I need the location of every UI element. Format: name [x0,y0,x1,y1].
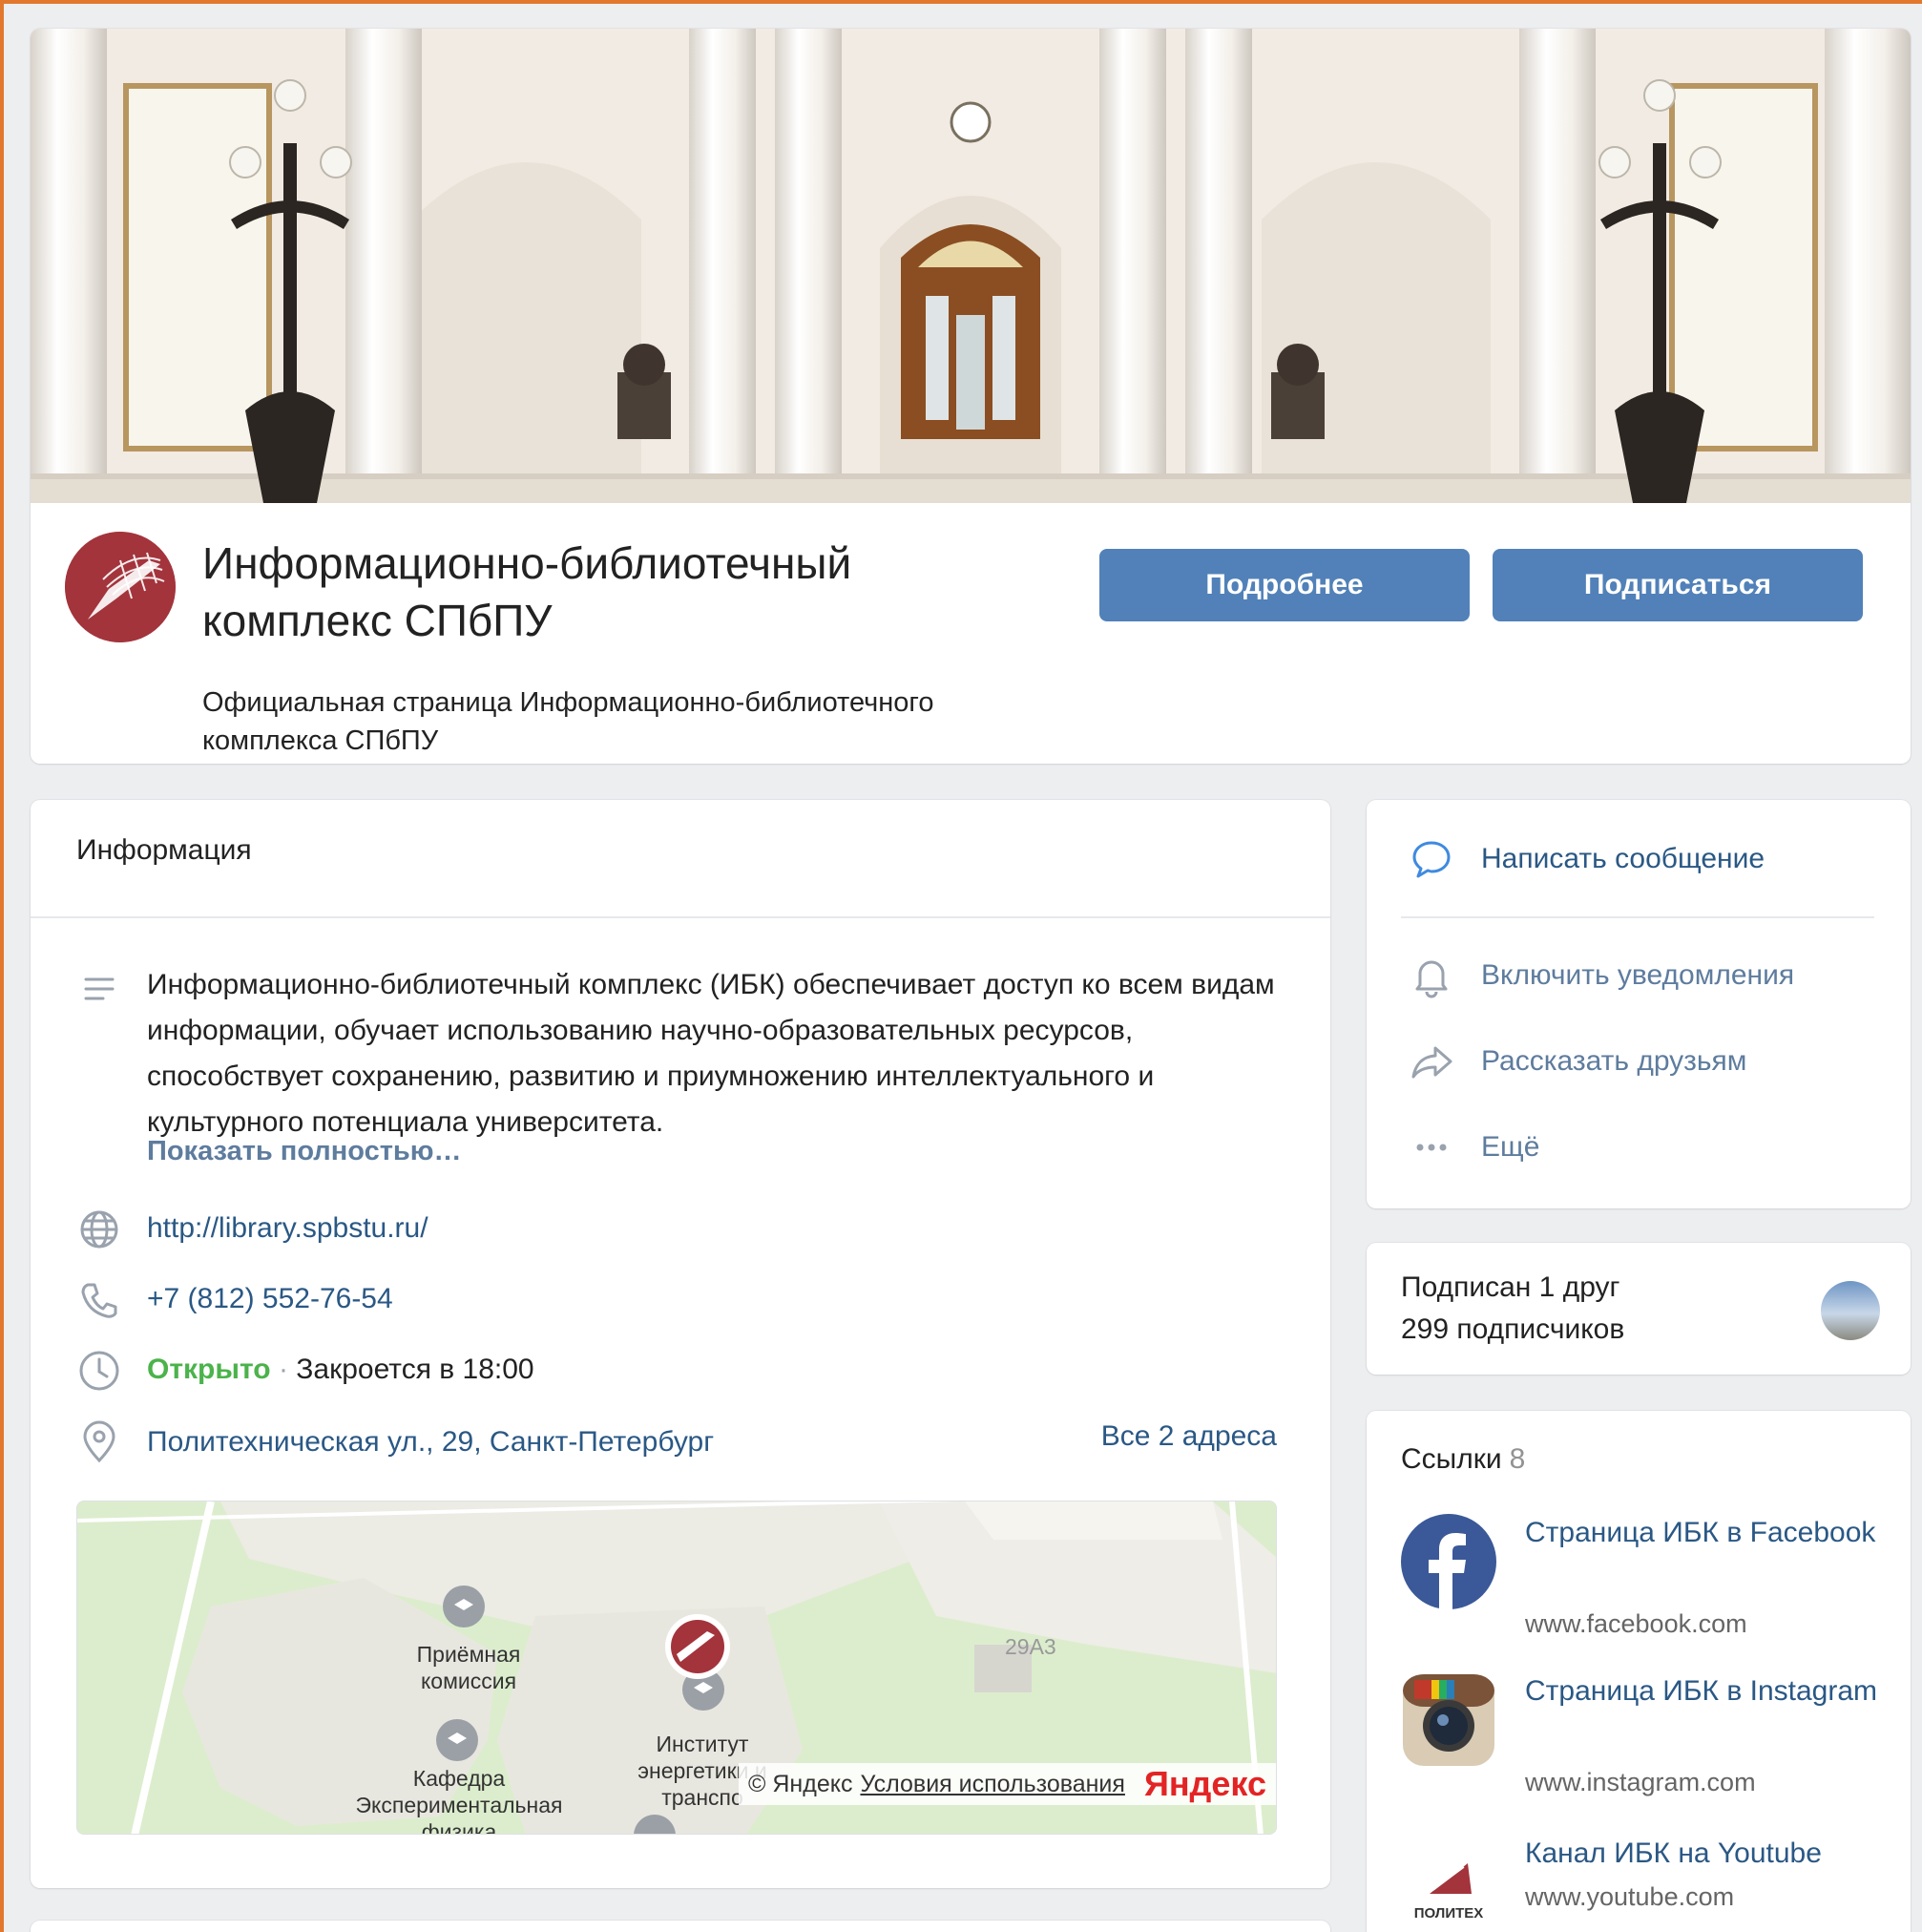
actions-menu: Написать сообщение Включить уведомления … [1367,800,1911,1208]
links-block: Ссылки 8 Страница ИБК в Facebook www.face… [1367,1411,1911,1932]
friend-avatar[interactable] [1821,1281,1880,1340]
clock-icon [76,1348,122,1394]
map-attribution: © Яндекс Условия использования Яндекс [739,1763,1276,1805]
link-title[interactable]: Канал ИБК на Youtube [1525,1835,1888,1873]
description-icon [76,966,122,1012]
enable-notifications-label: Включить уведомления [1481,959,1795,991]
bell-icon [1415,960,1448,998]
more-dots-icon [1416,1144,1447,1151]
subscribers-block[interactable]: Подписан 1 друг 299 подписчиков [1367,1243,1911,1375]
more-button[interactable]: Подробнее [1099,549,1470,621]
link-url: www.instagram.com [1525,1768,1756,1796]
link-instagram[interactable]: Страница ИБК в Instagram www.instagram.c… [1401,1672,1897,1816]
closing-time: Закроется в 18:00 [296,1354,534,1385]
next-section [31,1921,1330,1932]
more-actions-label: Ещё [1481,1131,1540,1163]
write-message-label: Написать сообщение [1481,843,1765,874]
community-description: Информационно-библиотечный комплекс (ИБК… [147,969,1275,1138]
show-full-link[interactable]: Показать полностью… [147,1136,462,1167]
info-heading: Информация [76,834,252,866]
link-facebook[interactable]: Страница ИБК в Facebook www.facebook.com [1401,1514,1897,1657]
page-title: Информационно-библиотечный комплекс СПбП… [202,538,852,645]
yandex-logo[interactable]: Яндекс [1144,1764,1266,1804]
map-label-building: 29А3 [1005,1634,1056,1659]
page-description: Официальная страница Информационно-библи… [202,687,934,756]
map-label-admission: Приёмная комиссия [416,1642,521,1693]
globe-icon [76,1207,122,1252]
community-avatar[interactable] [65,532,176,642]
map-copyright: © Яндекс [748,1770,853,1797]
subscribers-count: 299 подписчиков [1401,1313,1625,1345]
location-pin-icon [76,1418,122,1464]
share-arrow-icon [1411,1046,1452,1079]
link-url: www.youtube.com [1525,1882,1735,1911]
write-message-button[interactable]: Написать сообщение [1407,834,1765,884]
phone-icon [76,1277,122,1323]
link-youtube[interactable]: ПОЛИТЕХ Канал ИБК на Youtube www.youtube… [1401,1835,1897,1932]
enable-notifications-button[interactable]: Включить уведомления [1407,951,1794,1000]
facebook-icon [1401,1514,1496,1609]
message-bubble-icon [1412,841,1451,878]
links-heading: Ссылки 8 [1401,1443,1525,1476]
separator-dot: · [278,1354,288,1385]
community-header: Информационно-библиотечный комплекс СПбП… [31,29,1911,764]
polytech-logo-text: ПОЛИТЕХ [1413,1905,1484,1922]
friends-subscribed: Подписан 1 друг [1401,1271,1620,1303]
more-actions-button[interactable]: Ещё [1407,1123,1539,1172]
address-link[interactable]: Политехническая ул., 29, Санкт-Петербург [147,1426,714,1459]
share-button[interactable]: Рассказать друзьям [1407,1037,1746,1086]
map-terms-link[interactable]: Условия использования [860,1771,1124,1798]
all-addresses-link[interactable]: Все 2 адреса [1101,1420,1277,1453]
phone-link[interactable]: +7 (812) 552-76-54 [147,1283,393,1315]
open-status: Открыто [147,1354,271,1385]
divider [31,916,1330,918]
yandex-map[interactable]: Приёмная комиссия 29А3 Институт энергети… [76,1501,1277,1835]
map-label-department: Кафедра Экспериментальная физика [355,1766,563,1835]
subscribe-button[interactable]: Подписаться [1493,549,1863,621]
link-title[interactable]: Страница ИБК в Instagram [1525,1672,1888,1711]
link-title[interactable]: Страница ИБК в Facebook [1525,1514,1888,1552]
instagram-icon [1401,1672,1496,1768]
polytech-logo: ПОЛИТЕХ [1401,1835,1496,1930]
divider [1401,916,1874,918]
links-count: 8 [1509,1443,1526,1475]
share-label: Рассказать друзьям [1481,1045,1747,1077]
cover-photo [31,29,1911,503]
link-url: www.facebook.com [1525,1609,1747,1638]
website-link[interactable]: http://library.spbstu.ru/ [147,1212,428,1245]
opening-hours: Открыто · Закроется в 18:00 [147,1354,534,1386]
links-title: Ссылки [1401,1443,1502,1475]
info-section: Информация Информационно-библиотечный ко… [31,800,1330,1888]
